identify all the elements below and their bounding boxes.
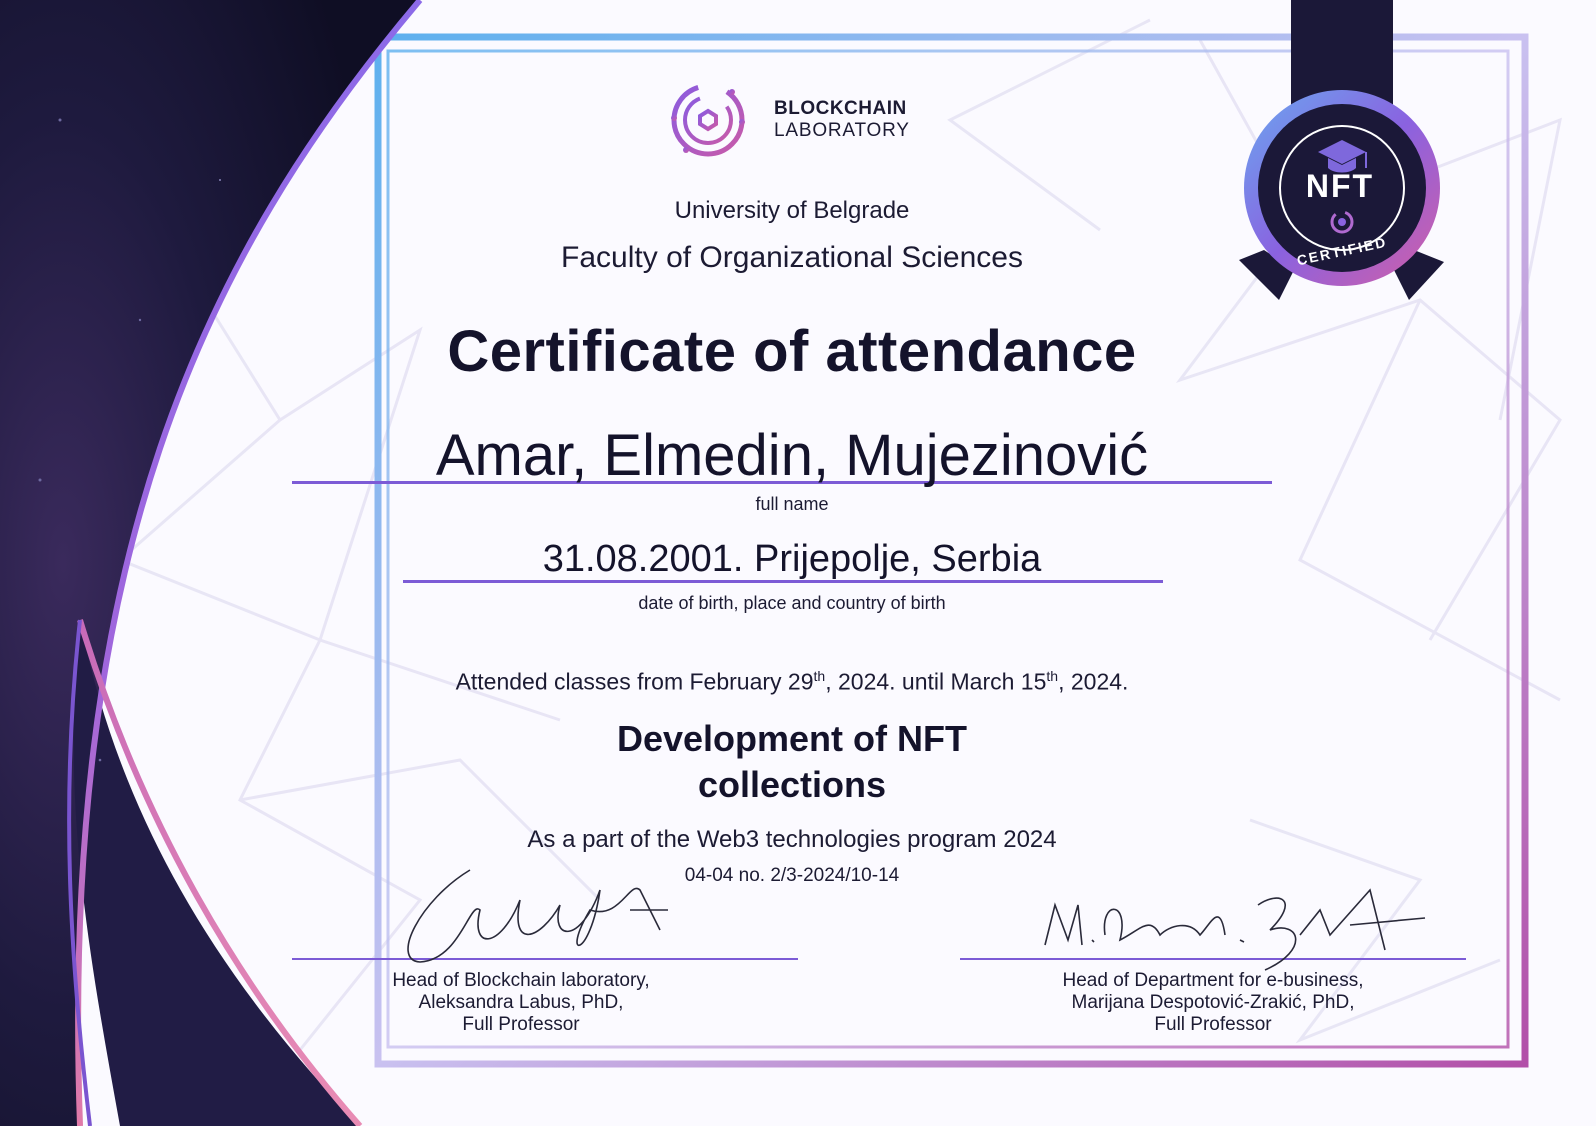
signatory-right: Head of Department for e-business, Marij… (960, 970, 1466, 1036)
faculty-name: Faculty of Organizational Sciences (561, 241, 1023, 274)
signature-line-right (960, 958, 1466, 960)
recipient-full-name: Amar, Elmedin, Mujezinović (435, 423, 1149, 488)
signatory-role: Head of Blockchain laboratory, (392, 970, 650, 991)
logo-text-line2: LABORATORY (774, 120, 910, 141)
circuit-logo-icon (671, 83, 745, 157)
birth-caption: date of birth, place and country of birt… (638, 593, 946, 613)
logo-text-line1: BLOCKCHAIN (774, 98, 907, 119)
signatory-name: Marijana Despotović-Zrakić, PhD, (1071, 992, 1355, 1013)
program-name: As a part of the Web3 technologies progr… (527, 826, 1057, 853)
certificate-title: Certificate of attendance (447, 319, 1137, 384)
university-name: University of Belgrade (674, 197, 910, 224)
signatory-title: Full Professor (462, 1014, 580, 1035)
attendance-period: Attended classes from February 29th, 202… (455, 668, 1129, 695)
signatory-title: Full Professor (1154, 1014, 1272, 1035)
full-name-caption: full name (755, 494, 829, 514)
blockchain-laboratory-logo: BLOCKCHAIN LABORATORY (671, 78, 936, 164)
birth-details: 31.08.2001. Prijepolje, Serbia (542, 538, 1042, 580)
signature-line-left (292, 958, 798, 960)
reference-number: 04-04 no. 2/3-2024/10-14 (684, 865, 900, 886)
signatory-left: Head of Blockchain laboratory, Aleksandr… (268, 970, 774, 1036)
course-title: Development of NFT collections (616, 718, 967, 805)
signatory-name: Aleksandra Labus, PhD, (418, 992, 624, 1013)
signatory-role: Head of Department for e-business, (1062, 970, 1364, 991)
